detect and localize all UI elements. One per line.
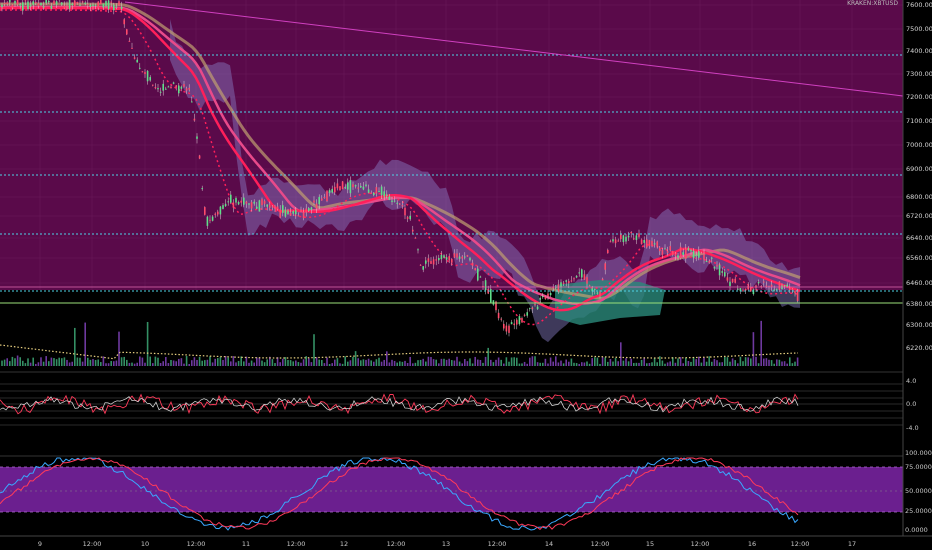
time-tick: 12:00 bbox=[791, 540, 810, 548]
osc-tick: 4.0 bbox=[906, 377, 916, 385]
time-tick: 14 bbox=[545, 540, 553, 548]
time-tick: 13 bbox=[442, 540, 450, 548]
price-tick: 7000.00 bbox=[906, 141, 932, 149]
volume-pane-bg bbox=[0, 290, 903, 370]
trading-chart[interactable]: 7381.057141.166880.786643.456427.666410.… bbox=[0, 0, 932, 550]
price-tick: 6640.00 bbox=[906, 234, 932, 242]
price-tick: 7300.00 bbox=[906, 70, 932, 78]
time-tick: 12:00 bbox=[287, 540, 306, 548]
time-tick: 9 bbox=[38, 540, 42, 548]
stoch-tick: 25.0000 bbox=[905, 507, 932, 515]
time-tick: 11 bbox=[242, 540, 250, 548]
chart-window[interactable]: 7381.057141.166880.786643.456427.666410.… bbox=[0, 0, 932, 550]
time-tick: 12:00 bbox=[83, 540, 102, 548]
price-tick: 7200.00 bbox=[906, 93, 932, 101]
oscillator-pane bbox=[0, 383, 903, 426]
price-tick: 7600.00 bbox=[906, 1, 932, 9]
stoch-tick: 100.0000 bbox=[905, 449, 932, 457]
time-tick: 15 bbox=[646, 540, 654, 548]
stoch-tick: 0.0000 bbox=[905, 526, 928, 534]
time-tick: 10 bbox=[141, 540, 149, 548]
symbol-watermark: KRAKEN:XBTUSD bbox=[847, 0, 898, 7]
time-tick: 12:00 bbox=[691, 540, 710, 548]
time-tick: 12:00 bbox=[488, 540, 507, 548]
time-tick: 17 bbox=[848, 540, 856, 548]
time-tick: 12 bbox=[340, 540, 348, 548]
price-tick: 7100.00 bbox=[906, 117, 932, 125]
price-tick: 6800.00 bbox=[906, 193, 932, 201]
price-tick: 6380.00 bbox=[906, 300, 932, 308]
price-tick: 6460.00 bbox=[906, 279, 932, 287]
osc-tick: -4.0 bbox=[906, 424, 919, 432]
time-tick: 12:00 bbox=[187, 540, 206, 548]
price-tick: 6900.00 bbox=[906, 165, 932, 173]
price-tick: 7400.00 bbox=[906, 47, 932, 55]
stoch-tick: 50.0000 bbox=[905, 487, 932, 495]
time-tick: 12:00 bbox=[591, 540, 610, 548]
price-tick: 6720.00 bbox=[906, 212, 932, 220]
price-tick: 6560.00 bbox=[906, 254, 932, 262]
time-axis[interactable]: 9 12:00 10 12:00 11 12:00 12 12:00 13 12:00 14 12:0… bbox=[38, 540, 856, 548]
time-tick: 12:00 bbox=[387, 540, 406, 548]
price-tick: 6220.00 bbox=[906, 344, 932, 352]
price-tick: 7500.00 bbox=[906, 25, 932, 33]
price-tick: 6300.00 bbox=[906, 321, 932, 329]
stoch-tick: 75.0000 bbox=[905, 463, 932, 471]
osc-tick: 0.0 bbox=[906, 400, 916, 408]
time-tick: 16 bbox=[748, 540, 756, 548]
